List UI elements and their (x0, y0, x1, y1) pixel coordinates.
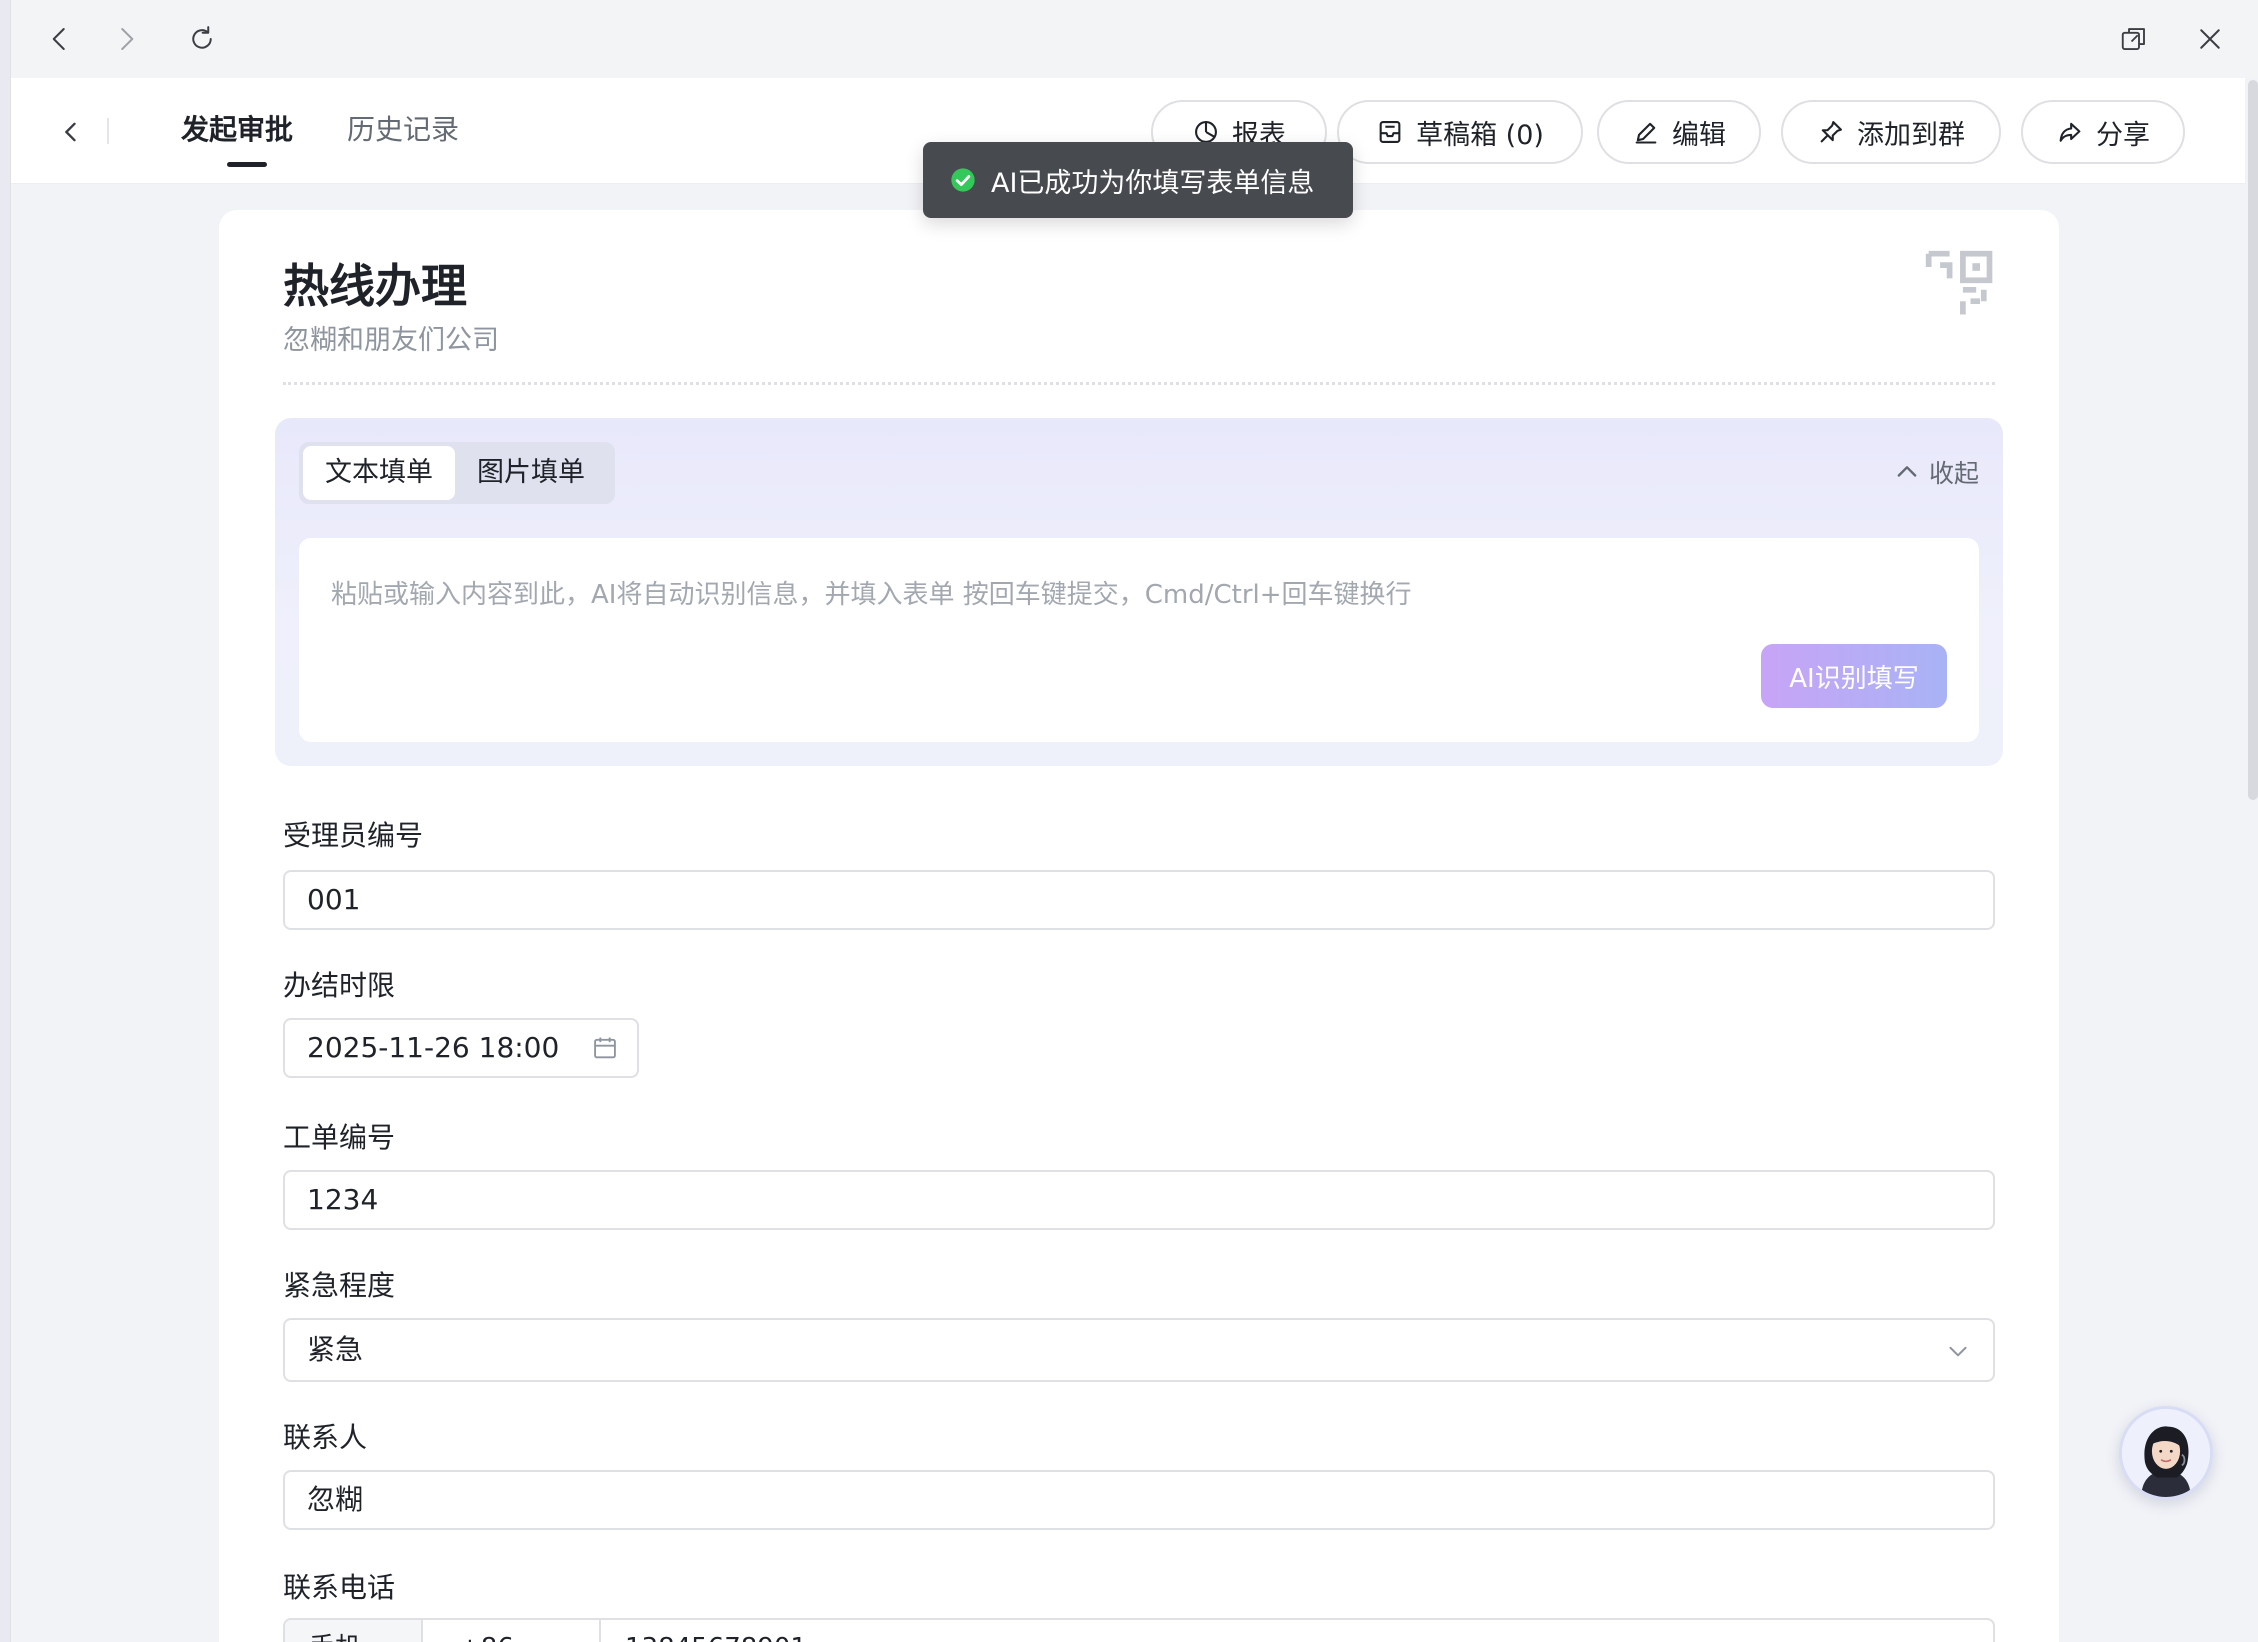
ai-fill-tabs: 文本填单 图片填单 (299, 442, 615, 504)
country-code-select[interactable]: +86 (423, 1620, 601, 1642)
pin-icon (1820, 121, 1842, 143)
handler-id-label: 受理员编号 (283, 819, 424, 852)
pencil-icon (1635, 122, 1657, 144)
deadline-value: 2025-11-26 18:00 (307, 1031, 560, 1064)
scrollbar[interactable] (2248, 80, 2258, 800)
assistant-avatar[interactable] (2119, 1406, 2213, 1500)
back-button[interactable] (51, 112, 91, 152)
add-to-group-label: 添加到群 (1857, 119, 1965, 151)
ai-text-input[interactable]: 粘贴或输入内容到此，AI将自动识别信息，并填入表单 按回车键提交，Cmd/Ctr… (299, 538, 1979, 742)
header-divider (283, 382, 1995, 385)
handler-id-input[interactable]: 001 (283, 870, 1995, 930)
title-bar (11, 0, 2258, 78)
success-toast: AI已成功为你填写表单信息 (923, 142, 1353, 218)
edit-button-label: 编辑 (1672, 119, 1726, 151)
share-button-label: 分享 (2096, 119, 2150, 151)
open-in-new-window-icon[interactable] (2113, 18, 2155, 60)
share-button[interactable]: 分享 (2021, 100, 2185, 164)
contact-label: 联系人 (283, 1421, 368, 1454)
nav-divider (107, 118, 109, 144)
inbox-icon (1379, 121, 1401, 143)
drafts-button[interactable]: 草稿箱 (0) (1337, 100, 1583, 164)
tab-image-fill[interactable]: 图片填单 (455, 446, 607, 500)
ai-recognize-fill-button[interactable]: AI识别填写 (1761, 644, 1947, 708)
deadline-label: 办结时限 (283, 969, 396, 1002)
ai-fill-panel: 文本填单 图片填单 收起 粘贴或输入内容到此，AI将自动识别信息，并填入表单 按… (275, 418, 2003, 766)
edit-button[interactable]: 编辑 (1597, 100, 1761, 164)
drafts-button-label: 草稿箱 (0) (1416, 119, 1544, 151)
calendar-icon (594, 1037, 616, 1059)
active-tab-indicator (227, 162, 267, 167)
form-card: 热线办理 忽糊和朋友们公司 文本填单 图片填单 收起 粘贴或输入内容到此，AI将… (219, 210, 2059, 1642)
ticket-id-label: 工单编号 (283, 1121, 396, 1154)
tab-history[interactable]: 历史记录 (347, 110, 459, 150)
toast-message: AI已成功为你填写表单信息 (991, 167, 1315, 199)
share-arrow-icon (2059, 122, 2081, 142)
close-window-icon[interactable] (2189, 18, 2231, 60)
qr-code-icon[interactable] (1923, 248, 1999, 324)
chevron-down-icon (1949, 1346, 1967, 1357)
urgency-select[interactable]: 紧急 (283, 1318, 1995, 1382)
phone-number-input[interactable]: 13845678901 (601, 1620, 1401, 1642)
tab-text-fill[interactable]: 文本填单 (303, 446, 455, 500)
urgency-value: 紧急 (307, 1333, 364, 1366)
urgency-label: 紧急程度 (283, 1269, 396, 1302)
browser-back-icon[interactable] (39, 18, 81, 60)
chevron-up-icon (1897, 466, 1917, 477)
phone-type-select[interactable]: 手机 (285, 1620, 423, 1642)
ai-input-placeholder: 粘贴或输入内容到此，AI将自动识别信息，并填入表单 按回车键提交，Cmd/Ctr… (331, 580, 1412, 610)
contact-input[interactable]: 忽糊 (283, 1470, 1995, 1530)
refresh-icon[interactable] (181, 18, 223, 60)
add-to-group-button[interactable]: 添加到群 (1781, 100, 2001, 164)
phone-label: 联系电话 (283, 1571, 396, 1604)
browser-forward-icon[interactable] (105, 18, 147, 60)
app-window: 发起审批 历史记录 报表 草稿箱 (0) 编辑 添加到群 分享 热线办理 忽糊和… (10, 0, 2258, 1642)
collapse-button[interactable]: 收起 (1893, 454, 1979, 490)
ticket-id-input[interactable]: 1234 (283, 1170, 1995, 1230)
deadline-date-picker[interactable]: 2025-11-26 18:00 (283, 1018, 639, 1078)
company-name: 忽糊和朋友们公司 (283, 325, 499, 356)
form-title: 热线办理 (283, 259, 467, 313)
collapse-label: 收起 (1928, 459, 1979, 488)
check-circle-icon (951, 168, 975, 192)
tab-start-approval[interactable]: 发起审批 (181, 110, 293, 150)
phone-input-group: 手机 +86 13845678901 (283, 1618, 1995, 1642)
